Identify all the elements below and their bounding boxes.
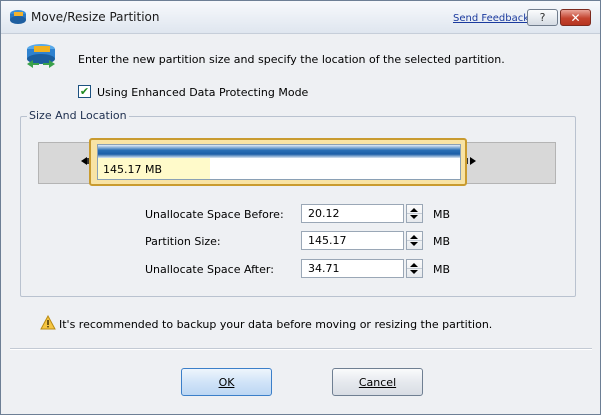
partition-size-stepper[interactable] (406, 231, 423, 250)
close-button[interactable]: ✕ (560, 9, 591, 26)
help-icon: ? (539, 11, 546, 24)
partition-color-bar (98, 145, 460, 158)
send-feedback-link[interactable]: Send Feedback (453, 13, 529, 24)
unallocate-before-input[interactable]: 20.12 (301, 204, 404, 223)
divider (10, 348, 592, 350)
spin-up-icon[interactable] (410, 208, 418, 212)
unallocate-after-unit: MB (433, 263, 451, 276)
window-title: Move/Resize Partition (31, 10, 160, 24)
intro-text: Enter the new partition size and specify… (78, 53, 505, 66)
spin-up-icon[interactable] (410, 235, 418, 239)
unallocate-before-label: Unallocate Space Before: (145, 208, 284, 221)
warning-icon (40, 315, 56, 330)
partition-size-unit: MB (433, 235, 451, 248)
spin-down-icon[interactable] (410, 270, 418, 274)
enhanced-mode-checkbox[interactable]: ✔ (78, 85, 91, 98)
cancel-button[interactable]: Cancel (332, 368, 423, 396)
partition-block[interactable]: 145.17 MB (89, 138, 467, 186)
spin-down-icon[interactable] (410, 215, 418, 219)
cancel-button-label: Cancel (358, 375, 397, 389)
spin-down-icon[interactable] (410, 242, 418, 246)
partition-inner: 145.17 MB (97, 144, 461, 180)
enhanced-mode-label[interactable]: Using Enhanced Data Protecting Mode (97, 86, 308, 99)
partition-size-field-label: Partition Size: (145, 235, 221, 248)
check-icon: ✔ (79, 85, 90, 98)
unallocate-after-label: Unallocate Space After: (145, 263, 274, 276)
unallocate-after-stepper[interactable] (406, 259, 423, 278)
help-button[interactable]: ? (527, 9, 558, 26)
app-icon (10, 10, 26, 24)
spin-divider (407, 268, 422, 269)
move-resize-icon (27, 44, 55, 68)
ok-button[interactable]: OK (181, 368, 272, 396)
right-resize-arrow-icon[interactable] (470, 157, 476, 165)
partition-size-label: 145.17 MB (103, 163, 163, 176)
move-resize-dialog: Move/Resize Partition Send Feedback ? ✕ … (0, 0, 601, 415)
spin-divider (407, 240, 422, 241)
unallocate-before-stepper[interactable] (406, 204, 423, 223)
spin-up-icon[interactable] (410, 263, 418, 267)
title-bar[interactable]: Move/Resize Partition Send Feedback ? ✕ (1, 1, 600, 34)
unallocate-before-unit: MB (433, 208, 451, 221)
ok-button-label: OK (218, 375, 235, 389)
unallocate-after-input[interactable]: 34.71 (301, 259, 404, 278)
warning-text: It's recommended to backup your data bef… (59, 318, 493, 331)
group-title: Size And Location (27, 109, 129, 122)
partition-size-input[interactable]: 145.17 (301, 231, 404, 250)
spin-divider (407, 213, 422, 214)
close-icon: ✕ (570, 10, 581, 25)
